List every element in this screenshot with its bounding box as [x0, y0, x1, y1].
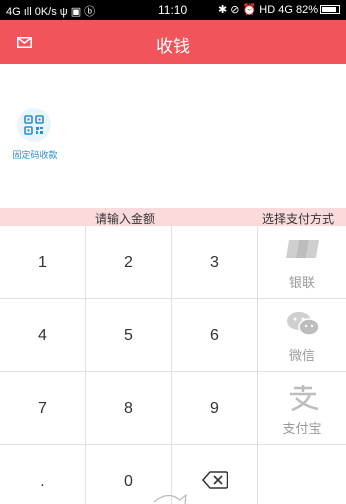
- alipay-icon: [290, 385, 319, 412]
- key-5[interactable]: 5: [86, 299, 172, 372]
- pay-empty-cell: [258, 445, 346, 504]
- key-6[interactable]: 6: [172, 299, 258, 372]
- key-8[interactable]: 8: [86, 372, 172, 445]
- payment-screen: 4G ıll 0K/s ψ ▣ ⓑ 11:10 ✱ ⊘ ⏰ HD 4G 82% …: [0, 0, 346, 504]
- pay-unionpay-button[interactable]: 银联: [258, 226, 346, 299]
- wechat-label: 微信: [288, 348, 315, 363]
- prompt-strip: 请输入金额 选择支付方式: [0, 208, 346, 226]
- key-4[interactable]: 4: [0, 299, 86, 372]
- backspace-icon: [201, 471, 228, 489]
- battery-icon: [320, 5, 340, 14]
- alipay-label: 支付宝: [282, 421, 322, 436]
- fixed-qr-label: 固定码收款: [12, 150, 58, 160]
- number-keypad: 1 2 3 4 5 6 7 8 9 . 0 银联 微信 支付宝: [0, 226, 346, 504]
- status-right: ✱ ⊘ ⏰ HD 4G 82%: [218, 3, 340, 16]
- key-decimal[interactable]: .: [0, 445, 86, 504]
- key-2[interactable]: 2: [86, 226, 172, 299]
- status-left: 4G ıll 0K/s ψ ▣ ⓑ: [6, 6, 96, 18]
- pay-alipay-button[interactable]: 支付宝: [258, 372, 346, 445]
- key-7[interactable]: 7: [0, 372, 86, 445]
- pay-wechat-button[interactable]: 微信: [258, 299, 346, 372]
- fixed-qr-button[interactable]: 固定码收款: [8, 108, 62, 162]
- payment-method-prompt: 选择支付方式: [261, 212, 334, 226]
- status-bar: 4G ıll 0K/s ψ ▣ ⓑ 11:10 ✱ ⊘ ⏰ HD 4G 82%: [0, 0, 346, 20]
- status-right-text: ✱ ⊘ ⏰ HD 4G 82%: [218, 4, 318, 16]
- key-9[interactable]: 9: [172, 372, 258, 445]
- key-1[interactable]: 1: [0, 226, 86, 299]
- qr-code-icon-bg: [17, 108, 51, 142]
- page-title: 收钱: [156, 37, 190, 56]
- unionpay-icon: [286, 240, 319, 258]
- status-time: 11:10: [158, 3, 188, 17]
- qr-code-icon: [24, 115, 44, 135]
- key-3[interactable]: 3: [172, 226, 258, 299]
- header-bar: 收钱: [0, 20, 346, 64]
- fish-icon: [153, 493, 187, 504]
- wechat-icon: [287, 312, 320, 336]
- unionpay-label: 银联: [288, 275, 315, 290]
- amount-prompt: 请输入金额: [95, 212, 156, 226]
